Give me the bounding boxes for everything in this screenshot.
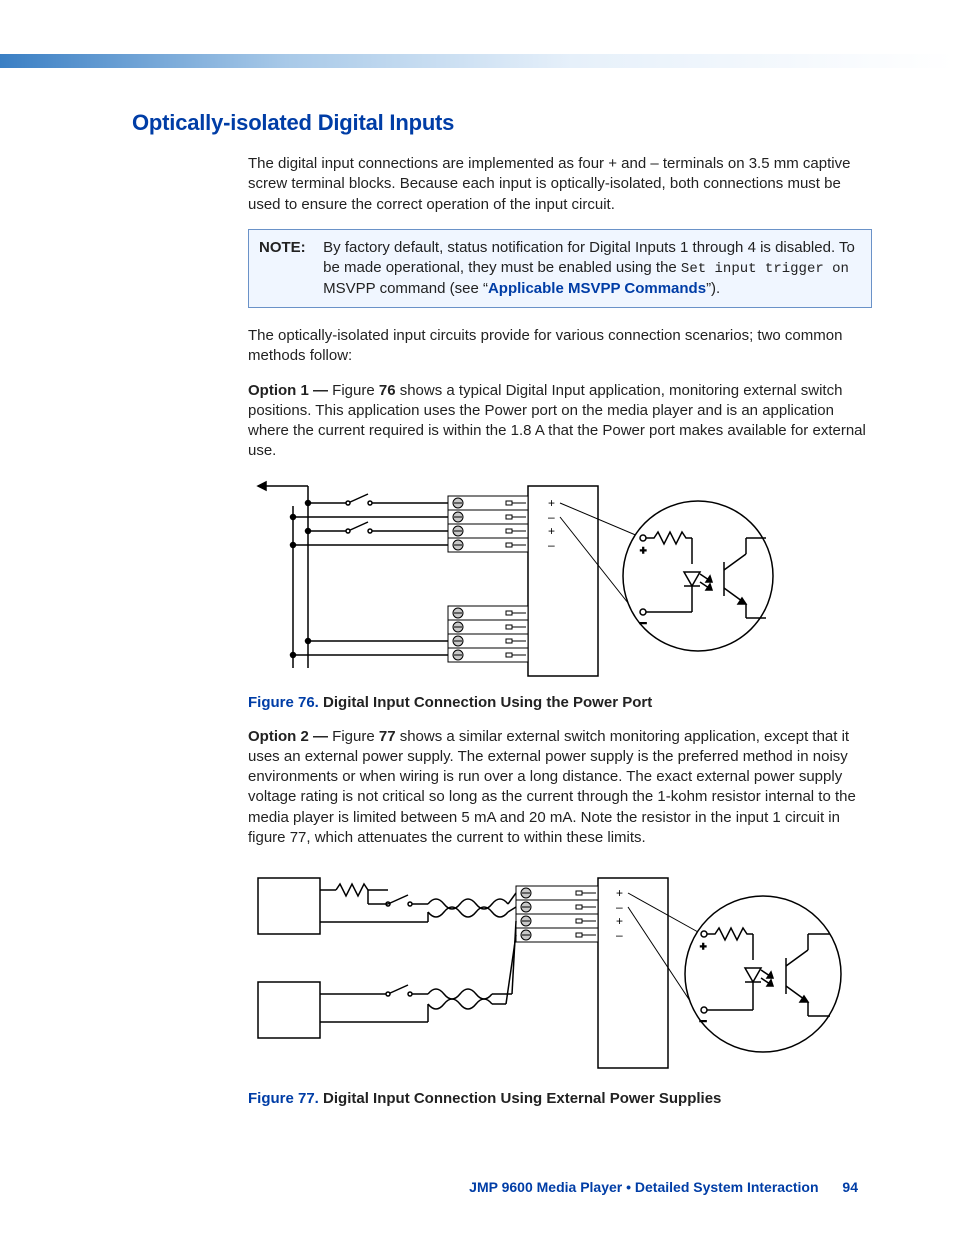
wiring-circuit-2-icon [320,921,516,1022]
page-content: Optically-isolated Digital Inputs The di… [132,110,872,1123]
figure-76-title: Digital Input Connection Using the Power… [323,694,652,711]
device-body-icon [598,878,668,1068]
methods-intro: The optically-isolated input circuits pr… [248,326,872,367]
term-sym-2: + [616,914,623,928]
note-code: Set input trigger on [681,261,849,277]
term-sym-1: – [616,900,623,914]
option2-text: shows a similar external switch monitori… [248,728,856,846]
figure-77-caption: Figure 77. Digital Input Connection Usin… [248,1090,872,1107]
svg-text:–: – [700,1015,707,1027]
ext-supply-2-icon [258,982,320,1038]
figure-76: + – + – [248,476,872,686]
section-heading: Optically-isolated Digital Inputs [132,110,872,136]
page-header-gradient [0,54,954,68]
terminal-block-upper-icon [448,496,528,552]
footer-doc-title: JMP 9600 Media Player • Detailed System … [469,1179,818,1195]
svg-text:+: + [700,941,706,953]
footer-page-number: 94 [842,1179,858,1195]
note-label: NOTE: [259,238,319,258]
figure-77-label: Figure 77. [248,1090,319,1107]
wiring-left-icon [258,482,448,668]
option1-figref-prefix: Figure [332,382,379,399]
option2-label: Option 2 — [248,728,332,745]
figure-77-diagram: + – + – [248,862,868,1082]
option1-label: Option 1 — [248,382,332,399]
note-text-mid: MSVPP command (see “ [323,280,488,297]
term-sym-2: + [548,524,555,538]
ext-supply-1-icon [258,878,320,934]
option1-paragraph: Option 1 — Figure 76 shows a typical Dig… [248,381,872,462]
note-body: By factory default, status notification … [323,238,855,299]
term-sym-3: – [548,538,555,552]
svg-text:+: + [640,545,646,557]
intro-paragraph: The digital input connections are implem… [248,154,872,215]
note-callout: NOTE: By factory default, status notific… [248,229,872,308]
option2-figref-prefix: Figure [332,728,379,745]
figure-76-diagram: + – + – [248,476,808,686]
page-footer: JMP 9600 Media Player • Detailed System … [469,1179,858,1195]
terminal-block-icon [516,886,598,942]
terminal-block-lower-icon [448,606,528,662]
note-text-suffix: ”). [706,280,720,297]
option2-paragraph: Option 2 — Figure 77 shows a similar ext… [248,727,872,849]
wiring-circuit-1-icon [320,884,516,922]
figure-76-caption: Figure 76. Digital Input Connection Usin… [248,694,872,711]
option1-figref-num: 76 [379,382,396,399]
figure-76-label: Figure 76. [248,694,319,711]
term-sym-0: + [616,886,623,900]
figure-77: + – + – [248,862,872,1082]
svg-text:–: – [640,617,647,629]
term-sym-1: – [548,510,555,524]
note-link[interactable]: Applicable MSVPP Commands [488,280,706,297]
option2-figref-num: 77 [379,728,396,745]
term-sym-3: – [616,928,623,942]
term-sym-0: + [548,496,555,510]
figure-77-title: Digital Input Connection Using External … [323,1090,721,1107]
